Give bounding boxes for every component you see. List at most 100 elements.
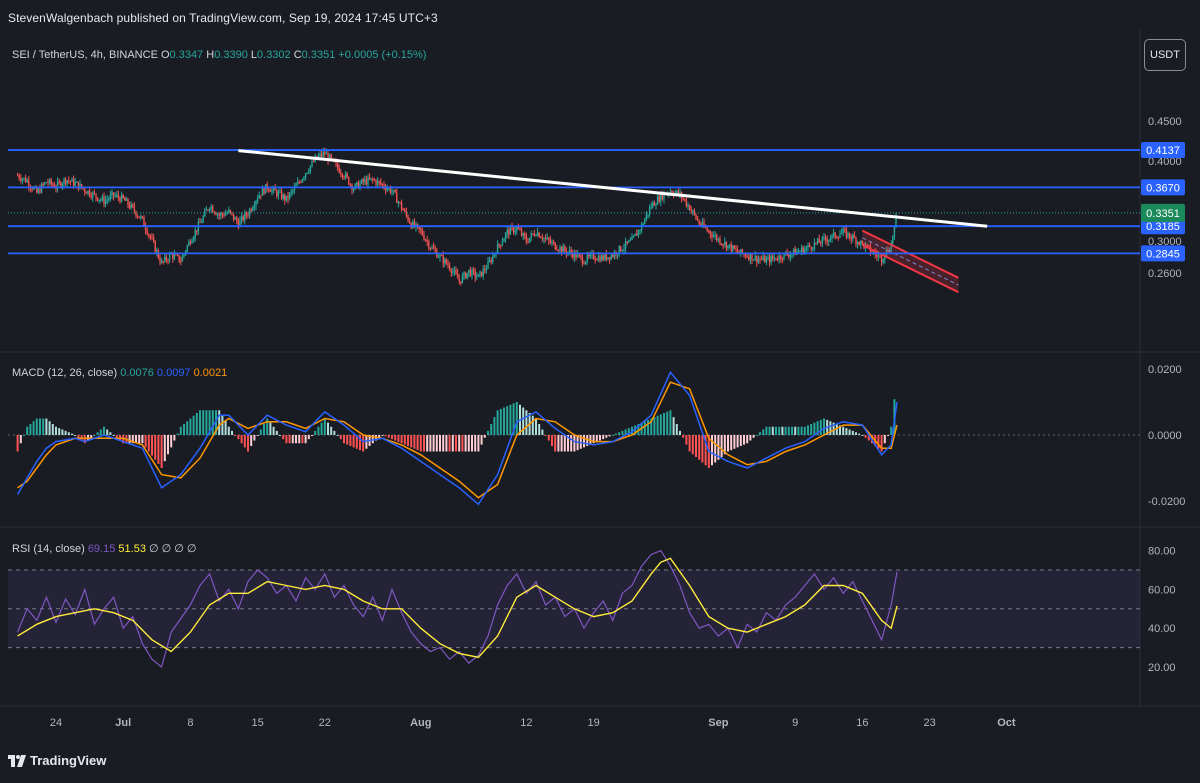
macd-hist-bar (544, 435, 547, 436)
candle (452, 271, 454, 273)
macd-hist-bar (819, 419, 822, 435)
candle (770, 256, 772, 263)
candle (682, 197, 684, 199)
candle (546, 237, 548, 239)
candle (175, 254, 177, 256)
macd-hist-bar (195, 413, 198, 435)
candle (76, 181, 78, 183)
candle (789, 254, 792, 257)
candle (309, 165, 312, 172)
macd-hist-bar (643, 421, 646, 435)
candle (535, 235, 537, 237)
macd-hist-bar (218, 410, 221, 435)
macd-hist-bar (551, 435, 553, 446)
candle (844, 228, 846, 230)
candle (180, 261, 182, 263)
candle (767, 256, 769, 259)
candle (378, 180, 380, 182)
candle (92, 192, 94, 198)
candle (48, 179, 51, 184)
candle (173, 254, 176, 259)
macd-hist-bar (346, 435, 349, 445)
candle (856, 242, 859, 244)
candle (306, 172, 308, 174)
macd-hist-bar (608, 435, 611, 437)
candle (836, 237, 838, 239)
descending-channel (862, 230, 959, 293)
macd-hist-bar (659, 414, 662, 435)
candle (656, 196, 659, 205)
macd-hist-bar (762, 429, 765, 435)
candle (120, 194, 123, 202)
candle (119, 197, 121, 202)
candle (71, 178, 73, 182)
macd-hist-bar (147, 435, 150, 452)
candle (458, 278, 460, 282)
macd-hist-bar (765, 426, 768, 435)
candle (516, 227, 518, 231)
macd-hist-bar (656, 415, 659, 435)
rsi-title: RSI (14, close) (12, 543, 88, 555)
candle (463, 272, 465, 276)
candle (500, 245, 502, 247)
candle (714, 235, 716, 237)
candle (517, 227, 520, 230)
candle (232, 213, 235, 220)
time-tick-label: 24 (50, 717, 62, 729)
macd-hist-bar (237, 435, 240, 440)
candle (408, 220, 411, 224)
price-legend: SEI / TetherUS, 4h, BINANCE O0.3347 H0.3… (12, 49, 426, 61)
candle (365, 179, 368, 185)
candle (706, 227, 708, 231)
chart-svg[interactable]: 0.45000.40000.30000.26000.41370.36700.31… (0, 0, 1200, 783)
candle (724, 241, 726, 245)
candle (253, 205, 256, 208)
macd-hist-bar (458, 435, 461, 452)
candle (218, 214, 220, 216)
candle (658, 196, 660, 202)
macd-hist-bar (426, 435, 429, 452)
candle (564, 246, 566, 251)
candle (690, 210, 692, 212)
candle (194, 230, 196, 238)
candle (503, 238, 505, 242)
macd-hist-bar (45, 418, 48, 435)
macd-hist-bar (103, 426, 105, 435)
candle (498, 244, 500, 246)
candle (322, 152, 324, 157)
level-price-label: 0.3670 (1146, 182, 1180, 194)
macd-hist-bar (157, 435, 160, 464)
rsi-tick-label: 60.00 (1148, 584, 1176, 596)
high-label: H (206, 49, 214, 61)
macd-hist-bar (890, 426, 893, 435)
candle (247, 215, 249, 217)
candle (813, 242, 816, 249)
price-tick-label: 0.2600 (1148, 268, 1182, 280)
candle (372, 178, 374, 180)
candle (255, 201, 257, 206)
macd-hist-bar (432, 435, 435, 452)
candle (352, 189, 355, 191)
candle (597, 256, 600, 260)
candle (525, 236, 528, 243)
candle (276, 190, 278, 196)
candle (338, 167, 340, 173)
candle (719, 238, 721, 244)
macd-hist-bar (439, 435, 441, 452)
time-tick-label: 12 (520, 717, 532, 729)
descending-trendline (238, 149, 988, 228)
candle (879, 255, 881, 257)
currency-button[interactable]: USDT (1144, 39, 1186, 71)
candle (149, 235, 152, 238)
tradingview-logo[interactable]: TradingView (8, 753, 106, 768)
rsi-tick-label: 80.00 (1148, 546, 1176, 558)
candle (468, 269, 470, 273)
candle (191, 240, 193, 244)
macd-hist-bar (327, 422, 329, 435)
candle (460, 281, 462, 283)
candle (236, 217, 238, 222)
time-tick-label: 22 (319, 717, 331, 729)
candle (543, 237, 545, 240)
candle (685, 200, 688, 206)
candle (106, 199, 108, 201)
